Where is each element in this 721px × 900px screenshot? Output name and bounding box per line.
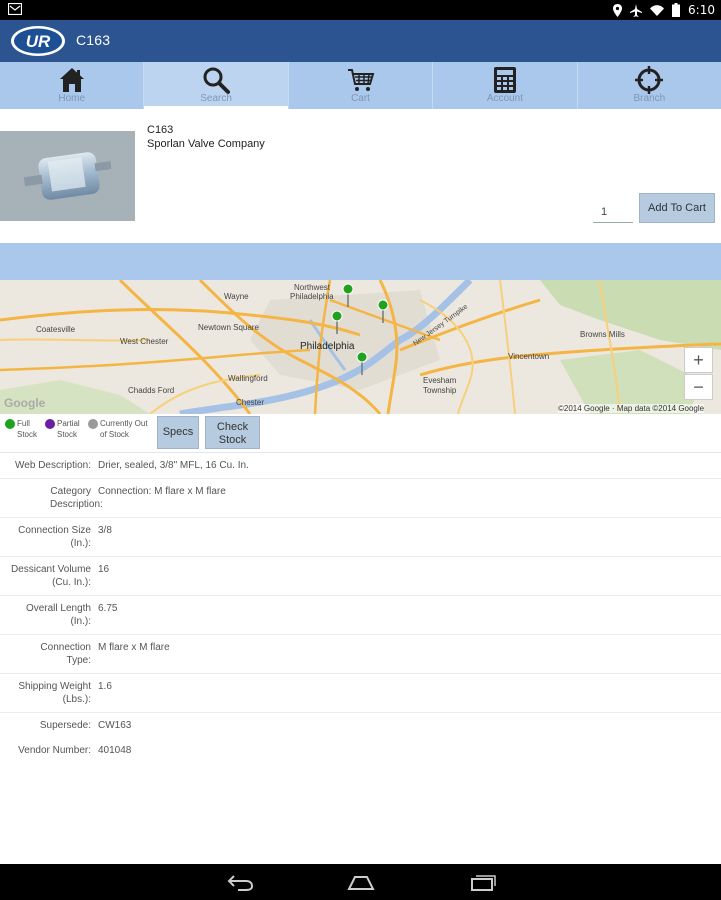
map-pin-full-stock[interactable] [356, 351, 368, 375]
tab-label: Home [58, 93, 86, 104]
spec-label: Vendor Number: [18, 745, 91, 756]
product-image [0, 131, 135, 221]
spec-label: Category Description: [50, 486, 103, 510]
map-tiles [0, 280, 721, 414]
map-copyright: ©2014 Google · Map data ©2014 Google [558, 404, 705, 413]
tab-label: Branch [633, 93, 666, 104]
map-label-evesham-township: Evesham Township [423, 376, 457, 395]
product-code: C163 [147, 124, 174, 136]
tab-label: Cart [351, 93, 370, 104]
filter-drier-picture [0, 131, 135, 221]
account-icon [493, 67, 516, 93]
table-row: Supersede: CW163 [0, 713, 721, 738]
notification-icon [8, 3, 22, 15]
green-dot-icon [5, 419, 15, 429]
app-bar: UR C163 [0, 20, 721, 62]
legend-partial-stock: Partial Stock [45, 418, 85, 440]
map-pin-full-stock[interactable] [331, 310, 343, 334]
purple-dot-icon [45, 419, 55, 429]
tab-cart[interactable]: Cart [289, 62, 434, 109]
spec-label: Connection Type: [40, 642, 91, 666]
tab-bar: Home Search Cart Account Branch [0, 62, 721, 109]
spec-value: 16 [98, 564, 110, 575]
system-nav-bar [0, 864, 721, 900]
tab-branch[interactable]: Branch [578, 62, 721, 109]
table-row: Shipping Weight (Lbs.): 1.6 [0, 674, 721, 713]
spec-value: 401048 [98, 745, 132, 756]
map-label-philadelphia: Philadelphia [300, 341, 355, 352]
table-row: Vendor Number: 401048 [0, 738, 721, 763]
location-icon [613, 3, 623, 17]
page-title: C163 [76, 32, 111, 48]
spec-label: Connection Size (In.): [18, 525, 91, 549]
home-icon [59, 68, 84, 92]
table-row: Web Description: Drier, sealed, 3/8" MFL… [0, 453, 721, 479]
add-to-cart-button[interactable]: Add To Cart [639, 193, 715, 223]
ur-logo[interactable]: UR [10, 25, 66, 57]
spec-label: Overall Length (In.): [25, 603, 91, 627]
spec-value: M flare x M flare [98, 642, 170, 653]
spec-label: Web Description: [15, 460, 91, 471]
map-label-coatesville: Coatesville [36, 325, 76, 334]
specs-button[interactable]: Specs [157, 416, 199, 449]
map-label-wayne: Wayne [224, 292, 249, 301]
status-bar: 6:10 [0, 0, 721, 20]
map-label-northwest: Northwest [294, 283, 331, 292]
map-label-vincentown: Vincentown [508, 352, 550, 361]
spec-value: Drier, sealed, 3/8" MFL, 16 Cu. In. [98, 460, 249, 471]
wifi-icon [650, 4, 665, 16]
table-row: Connection Size (In.): 3/8 [0, 518, 721, 557]
tab-label: Search [200, 93, 232, 104]
tab-home[interactable]: Home [0, 62, 145, 109]
check-stock-button[interactable]: Check Stock [205, 416, 260, 449]
tab-label: Account [486, 93, 523, 104]
spec-value: 6.75 [98, 603, 118, 614]
map-label-philadelphia-top: Philadelphia [290, 292, 334, 301]
gray-dot-icon [88, 419, 98, 429]
map-label-wallingford: Wallingford [228, 374, 268, 383]
home-nav-icon[interactable] [347, 873, 375, 891]
back-icon[interactable] [226, 873, 254, 891]
cart-icon [347, 69, 374, 91]
specs-table: Web Description: Drier, sealed, 3/8" MFL… [0, 453, 721, 763]
zoom-out-button[interactable]: − [684, 374, 713, 400]
spec-value: CW163 [98, 720, 132, 731]
map-pin-full-stock[interactable] [342, 283, 354, 307]
table-row: Category Description: Connection: M flar… [0, 479, 721, 518]
spec-value: Connection: M flare x M flare [98, 486, 226, 497]
google-logo: Google [4, 396, 46, 410]
recents-icon[interactable] [469, 873, 497, 891]
map-label-west-chester: West Chester [120, 337, 169, 346]
map-label-chadds-ford: Chadds Ford [128, 386, 175, 395]
zoom-in-button[interactable]: + [684, 347, 713, 373]
svg-text:UR: UR [26, 32, 51, 51]
airplane-icon [630, 3, 643, 17]
branch-map[interactable]: Northwest Philadelphia Wayne Newtown Squ… [0, 280, 721, 414]
map-label-browns-mills: Browns Mills [580, 330, 625, 339]
stock-legend: Full Stock Partial Stock Currently Out o… [0, 414, 721, 453]
spec-value: 3/8 [98, 525, 112, 536]
table-row: Connection Type: M flare x M flare [0, 635, 721, 674]
spec-label: Dessicant Volume (Cu. In.): [10, 564, 91, 588]
battery-icon [672, 3, 681, 17]
tab-search[interactable]: Search [144, 62, 289, 109]
status-time: 6:10 [688, 3, 715, 17]
search-icon [203, 67, 231, 94]
section-divider [0, 243, 721, 280]
product-vendor: Sporlan Valve Company [147, 138, 265, 150]
map-label-newtown-square: Newtown Square [198, 323, 259, 332]
table-row: Overall Length (In.): 6.75 [0, 596, 721, 635]
legend-full-stock: Full Stock [5, 418, 45, 440]
tab-account[interactable]: Account [433, 62, 578, 109]
spec-value: 1.6 [98, 681, 112, 692]
table-row: Dessicant Volume (Cu. In.): 16 [0, 557, 721, 596]
quantity-input[interactable] [593, 201, 633, 223]
map-pin-full-stock[interactable] [377, 299, 389, 323]
spec-label: Shipping Weight (Lbs.): [18, 681, 91, 705]
map-label-chester: Chester [236, 398, 265, 407]
legend-out-of-stock: Currently Out of Stock [88, 418, 154, 440]
spec-label: Supersede: [39, 720, 91, 731]
branch-icon [635, 66, 664, 94]
